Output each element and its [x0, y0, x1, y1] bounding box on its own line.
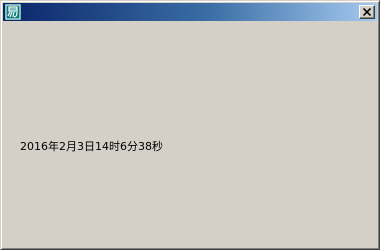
- app-window: 2016年2月3日14时6分38秒: [0, 0, 380, 250]
- datetime-label: 2016年2月3日14时6分38秒: [20, 140, 163, 153]
- close-icon: [363, 8, 371, 16]
- window-client-area: 2016年2月3日14时6分38秒: [3, 22, 377, 247]
- title-bar[interactable]: [3, 3, 377, 21]
- app-icon[interactable]: [5, 4, 21, 20]
- close-button[interactable]: [359, 5, 375, 19]
